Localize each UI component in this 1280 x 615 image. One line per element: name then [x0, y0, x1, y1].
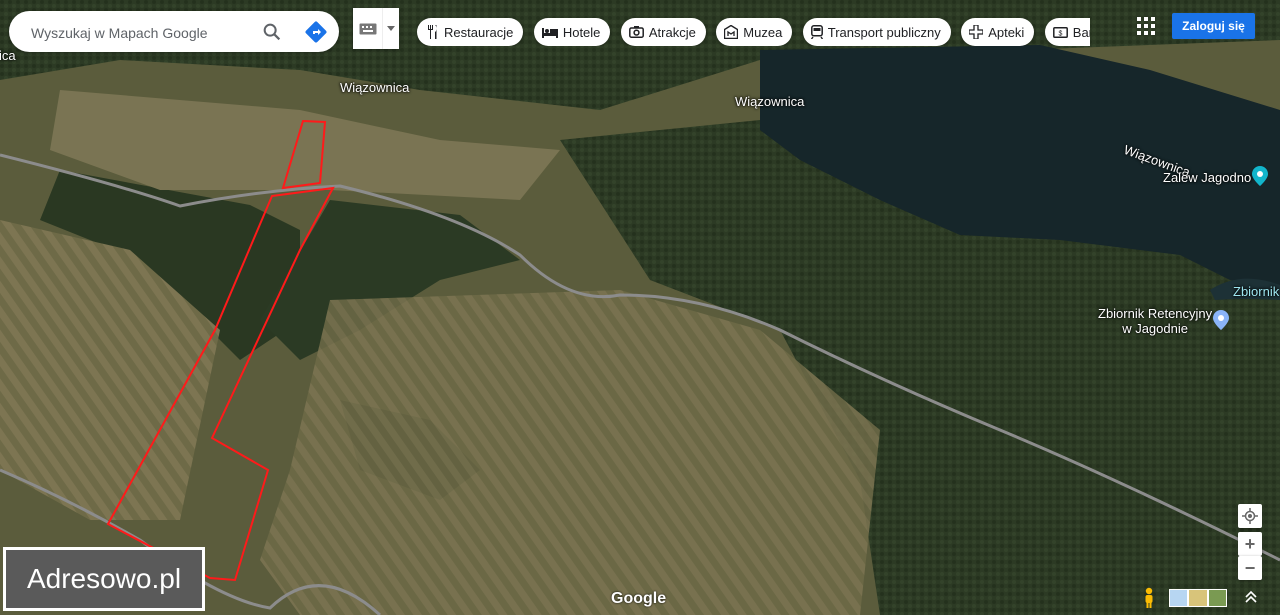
chip-label: Muzea	[743, 24, 783, 40]
keyboard-icon[interactable]	[353, 8, 382, 49]
search-box	[9, 11, 339, 52]
keyboard-toggle[interactable]	[353, 8, 399, 49]
chip-label: Bankomat	[1072, 24, 1090, 40]
my-location-button[interactable]	[1238, 504, 1262, 528]
atm-icon: $	[1052, 26, 1068, 38]
pharmacy-icon	[969, 25, 984, 39]
train-icon	[810, 25, 823, 39]
chip-label: Hotele	[562, 24, 601, 40]
chip-restauracje[interactable]: Restauracje	[417, 18, 524, 46]
search-input[interactable]	[29, 21, 253, 45]
bed-icon	[541, 28, 558, 38]
category-chips: Restauracje Hotele Atrakcje Muzea Transp…	[417, 18, 1090, 46]
svg-text:$: $	[1058, 30, 1062, 37]
fork-knife-icon	[428, 25, 437, 39]
place-pin-icon[interactable]	[1252, 166, 1268, 186]
google-logo: Google	[611, 590, 667, 607]
satellite-map[interactable]	[0, 0, 1280, 615]
layer-thumbnail-map[interactable]	[1169, 589, 1189, 607]
place-pin-icon[interactable]	[1213, 310, 1229, 330]
login-button[interactable]: Zaloguj się	[1172, 13, 1255, 39]
zoom-in-button[interactable]: +	[1238, 532, 1262, 556]
museum-icon	[724, 25, 739, 39]
chip-label: Apteki	[988, 24, 1025, 40]
chip-label: Restauracje	[444, 24, 514, 40]
keyboard-dropdown-icon[interactable]	[382, 8, 399, 49]
chip-label: Transport publiczny	[827, 24, 941, 40]
reservoir-label[interactable]: Zbiornik Retencyjny w Jagodnie	[1098, 306, 1212, 336]
reservoir-label-line2: w Jagodnie	[1122, 321, 1188, 336]
camera-icon	[628, 26, 644, 38]
layer-thumbnail-satellite[interactable]	[1207, 589, 1227, 607]
chip-transport-publiczny[interactable]: Transport publiczny	[802, 18, 951, 46]
watermark-text: Adresowo.pl	[6, 550, 202, 608]
lake-label[interactable]: Zalew Jagodno	[1163, 170, 1251, 185]
my-location-icon	[1242, 508, 1258, 524]
chip-hotele[interactable]: Hotele	[533, 18, 611, 46]
reservoir-label-line1: Zbiornik Retencyjny	[1098, 306, 1213, 321]
road-label-wiazownica: Wiązownica	[735, 94, 805, 109]
chip-atrakcje[interactable]: Atrakcje	[620, 18, 706, 46]
chip-bankomat[interactable]: $ Bankomat	[1044, 18, 1090, 46]
search-icon[interactable]	[261, 21, 283, 43]
reservoir-label-short: Zbiornik	[1233, 284, 1280, 299]
zoom-out-button[interactable]: −	[1238, 556, 1262, 580]
watermark-box: Adresowo.pl	[3, 547, 205, 611]
road-label-wiazownica: Wiązownica	[340, 80, 410, 95]
chip-label: Atrakcje	[648, 24, 696, 40]
top-bar: Restauracje Hotele Atrakcje Muzea Transp…	[0, 0, 1280, 64]
layers-switcher[interactable]	[1169, 589, 1227, 607]
directions-icon[interactable]	[304, 20, 328, 44]
pegman-icon[interactable]	[1140, 587, 1158, 609]
layer-thumbnail-terrain[interactable]	[1188, 589, 1208, 607]
chevron-up-icon[interactable]	[1243, 589, 1259, 605]
apps-grid-icon[interactable]	[1135, 15, 1157, 37]
chip-muzea[interactable]: Muzea	[716, 18, 793, 46]
chip-apteki[interactable]: Apteki	[961, 18, 1035, 46]
